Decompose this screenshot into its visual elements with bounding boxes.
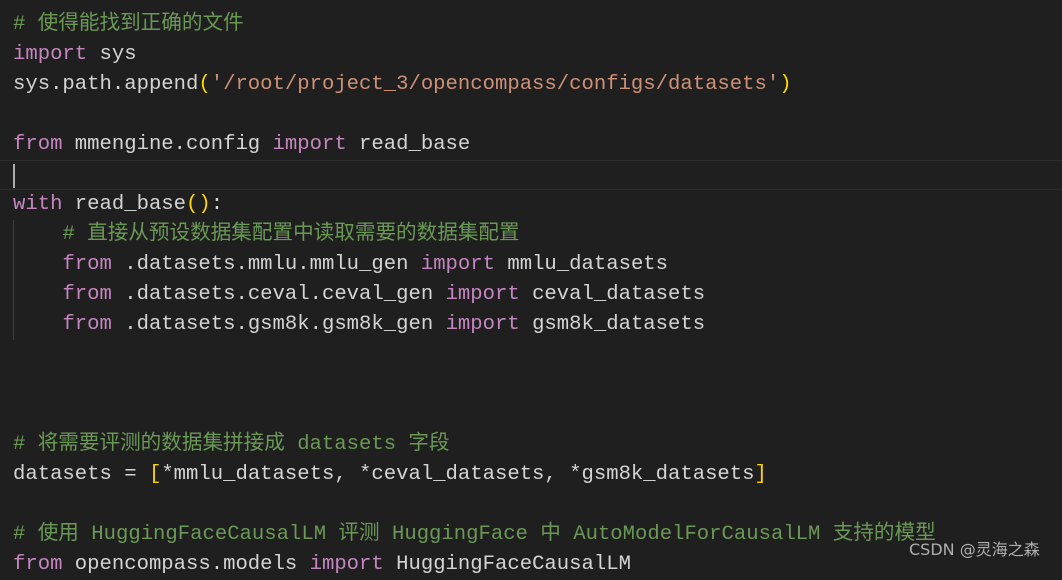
code-line[interactable] — [0, 400, 1062, 430]
code-token: import — [445, 313, 520, 336]
code-token: # 使得能找到正确的文件 — [13, 13, 244, 36]
code-token: datasets = — [13, 463, 149, 486]
code-token: HuggingFaceCausalLM — [383, 553, 631, 576]
code-line[interactable]: from .datasets.gsm8k.gsm8k_gen import gs… — [0, 310, 1062, 340]
code-line[interactable]: import sys — [0, 40, 1062, 70]
indent-guide — [13, 220, 14, 250]
code-token: mmlu_datasets — [495, 253, 669, 276]
code-token: [ — [148, 463, 162, 486]
code-token: : — [210, 193, 224, 216]
watermark: CSDN @灵海之森 — [909, 540, 1040, 559]
code-token: import — [309, 553, 384, 576]
code-line[interactable]: from opencompass.models import HuggingFa… — [0, 550, 1062, 580]
code-line[interactable] — [0, 490, 1062, 520]
code-line[interactable] — [0, 160, 1062, 190]
code-line[interactable] — [0, 100, 1062, 130]
code-line[interactable]: # 将需要评测的数据集拼接成 datasets 字段 — [0, 430, 1062, 460]
code-token: from — [62, 283, 112, 306]
code-token: opencompass.models — [62, 553, 310, 576]
indent-guide — [13, 250, 14, 280]
code-token: mmengine.config — [62, 133, 273, 156]
code-token: .datasets.ceval.ceval_gen — [111, 283, 446, 306]
code-line[interactable] — [0, 370, 1062, 400]
code-line[interactable]: from mmengine.config import read_base — [0, 130, 1062, 160]
code-token: # 使用 HuggingFaceCausalLM 评测 HuggingFace … — [13, 523, 936, 546]
code-token: # 直接从预设数据集配置中读取需要的数据集配置 — [62, 223, 520, 246]
code-token: from — [13, 553, 63, 576]
code-token: # 将需要评测的数据集拼接成 datasets 字段 — [13, 433, 450, 456]
indent-guide — [13, 280, 14, 310]
code-token: ) — [779, 73, 792, 96]
code-line[interactable] — [0, 340, 1062, 370]
code-token: sys — [87, 43, 137, 66]
code-token: from — [13, 133, 63, 156]
indent-guide — [13, 310, 14, 340]
code-token: ( — [198, 73, 211, 96]
code-line[interactable]: # 直接从预设数据集配置中读取需要的数据集配置 — [0, 220, 1062, 250]
code-token: .datasets.gsm8k.gsm8k_gen — [111, 313, 446, 336]
code-line[interactable]: from .datasets.mmlu.mmlu_gen import mmlu… — [0, 250, 1062, 280]
code-line[interactable]: # 使得能找到正确的文件 — [0, 10, 1062, 40]
code-token: import — [272, 133, 347, 156]
code-token: '/root/project_3/opencompass/configs/dat… — [210, 73, 780, 96]
code-token: gsm8k_datasets — [519, 313, 706, 336]
code-editor[interactable]: # 使得能找到正确的文件 import sys sys.path.append('/… — [0, 10, 1062, 580]
code-line[interactable]: sys.path.append('/root/project_3/opencom… — [0, 70, 1062, 100]
code-token: import — [445, 283, 520, 306]
code-line[interactable]: with read_base(): — [0, 190, 1062, 220]
code-token: from — [62, 313, 112, 336]
code-token: *mmlu_datasets, *ceval_datasets, *gsm8k_… — [161, 463, 755, 486]
code-token: from — [62, 253, 112, 276]
code-token: ] — [754, 463, 767, 486]
code-token: ceval_datasets — [519, 283, 706, 306]
code-token: with — [13, 193, 63, 216]
text-cursor — [13, 164, 15, 188]
code-token: import — [13, 43, 88, 66]
code-token: .datasets.mmlu.mmlu_gen — [111, 253, 421, 276]
code-line[interactable]: # 使用 HuggingFaceCausalLM 评测 HuggingFace … — [0, 520, 1062, 550]
code-line[interactable]: from .datasets.ceval.ceval_gen import ce… — [0, 280, 1062, 310]
code-token: sys.path.append — [13, 73, 199, 96]
code-token: read_base — [62, 193, 187, 216]
code-token: import — [420, 253, 495, 276]
code-token: read_base — [346, 133, 471, 156]
code-line[interactable]: datasets = [*mmlu_datasets, *ceval_datas… — [0, 460, 1062, 490]
code-token: () — [186, 193, 211, 216]
